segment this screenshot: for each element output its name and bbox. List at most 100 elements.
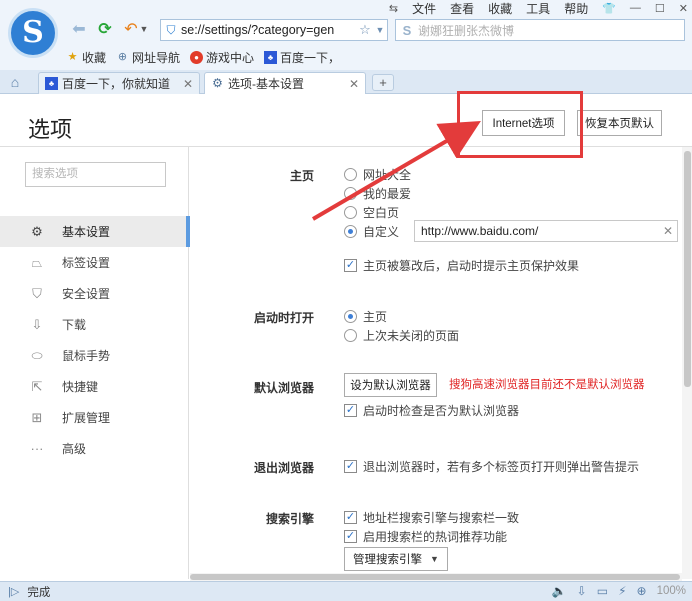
undo-dropdown-button[interactable]: ▼ [138,18,150,40]
search-input[interactable]: 谢娜狂删张杰微博 [418,22,684,39]
url-value[interactable]: http://www.baidu.com/ [421,224,659,238]
horizontal-scrollbar[interactable] [190,573,682,581]
exit-browser-label: 退出浏览器 [253,461,314,475]
tab-settings[interactable]: ⚙ 选项-基本设置 ✕ [204,72,366,94]
zoom-icon[interactable]: ⊕ [637,584,647,598]
option-label: 自定义 [363,224,400,239]
sidebar-item-advanced[interactable]: ··· 高级 [0,433,189,464]
scroll-thumb[interactable] [684,151,691,387]
homepage-url-input[interactable]: http://www.baidu.com/ ✕ [414,220,678,242]
manage-search-engines-button[interactable]: 管理搜索引擎 ▼ [344,547,448,571]
settings-content: 主页 网址大全 我的最爱 空白页 自定义 http://www.baidu.co… [190,147,682,579]
address-dropdown-icon[interactable]: ▼ [373,25,387,35]
browser-logo[interactable]: S [8,8,58,58]
logo-s-icon: S [22,15,44,50]
startup-option-1[interactable]: 主页 [344,307,387,325]
checkbox-checked[interactable]: ✓ [344,510,357,524]
sidebar-search-input[interactable]: 搜索选项 [25,162,166,187]
address-bar[interactable]: ⛉ se://settings/?category=gen ☆ ▼ [160,19,388,41]
sidebar-item-tabs[interactable]: ⏢ 标签设置 [0,247,189,278]
exit-warning-row[interactable]: ✓ 退出浏览器时，若有多个标签页打开则弹出警告提示 [344,457,639,475]
radio-button[interactable] [344,328,357,342]
radio-button[interactable] [344,186,357,200]
radio-button-selected[interactable] [344,224,357,238]
back-button[interactable]: ⬅ [68,18,90,40]
zoom-level[interactable]: 100% [657,585,686,597]
menu-favorites[interactable]: 收藏 [488,0,512,17]
accelerate-icon[interactable]: ⚡ [618,584,626,598]
radio-button[interactable] [344,205,357,219]
sidebar-item-mouse[interactable]: ⬭ 鼠标手势 [0,340,189,371]
tab-label: 百度一下，你就知道 [62,77,171,91]
set-default-browser-button[interactable]: 设为默认浏览器 [344,373,437,397]
startup-option-2[interactable]: 上次未关闭的页面 [344,326,459,344]
restore-defaults-button[interactable]: 恢复本页默认 [577,110,662,136]
volume-icon[interactable]: 🔈 [552,584,567,598]
close-icon[interactable]: ✕ [679,2,688,15]
sidebar-toggle-icon[interactable]: |▷ [8,585,19,598]
download-icon[interactable]: ⇩ [577,584,587,598]
menu-tools[interactable]: 工具 [526,0,550,17]
homepage-option-2[interactable]: 我的最爱 [344,184,411,202]
radio-button[interactable] [344,167,357,181]
checkbox-checked[interactable]: ✓ [344,529,357,543]
checkbox-checked[interactable]: ✓ [344,258,357,272]
sidebar-item-label: 高级 [62,442,87,456]
search-box[interactable]: S 谢娜狂删张杰微博 [395,19,685,41]
option-label: 上次未关闭的页面 [363,328,460,343]
gear-icon: ⚙ [31,223,43,239]
fav-favorites[interactable]: ★ 收藏 [66,49,106,66]
sidebar-item-basic[interactable]: ⚙ 基本设置 [0,216,190,247]
menu-help[interactable]: 帮助 [564,0,588,17]
menu-arrows-icon[interactable]: ⇆ [389,2,398,15]
default-check-row[interactable]: ✓ 启动时检查是否为默认浏览器 [344,401,519,419]
clear-icon[interactable]: ✕ [659,224,677,238]
download-icon: ⇩ [31,316,43,332]
refresh-button[interactable]: ⟳ [94,18,116,40]
tab-baidu[interactable]: ♣ 百度一下，你就知道 ✕ [38,72,200,94]
homepage-option-4[interactable]: 自定义 [344,222,399,240]
chevron-down-icon: ▼ [139,24,149,34]
search-engine-icon[interactable]: S [396,23,418,38]
startup-label: 启动时打开 [253,311,314,325]
home-icon[interactable]: ⌂ [6,74,24,90]
window-icon[interactable]: ▭ [597,584,608,598]
checkbox-checked[interactable]: ✓ [344,403,357,417]
sidebar-item-download[interactable]: ⇩ 下载 [0,309,189,340]
menu-file[interactable]: 文件 [412,0,436,17]
sidebar-item-shortcuts[interactable]: ⇱ 快捷键 [0,371,189,402]
radio-button-selected[interactable] [344,309,357,323]
scroll-thumb[interactable] [190,574,680,580]
search-sync-row[interactable]: ✓ 地址栏搜索引擎与搜索栏一致 [344,508,519,526]
checkbox-label: 退出浏览器时，若有多个标签页打开则弹出警告提示 [363,459,640,474]
homepage-label: 主页 [289,169,314,183]
fav-nav[interactable]: ⊕ 网址导航 [116,49,180,66]
bookmark-star-icon[interactable]: ☆ [357,22,373,38]
search-hotword-row[interactable]: ✓ 启用搜索栏的热词推荐功能 [344,527,507,545]
skin-shirt-icon[interactable]: 👕 [602,2,616,15]
sidebar-item-extensions[interactable]: ⊞ 扩展管理 [0,402,189,433]
fav-games[interactable]: ● 游戏中心 [190,49,254,66]
gear-icon: ⚙ [212,76,223,90]
tab-label: 选项-基本设置 [228,77,304,91]
sidebar-item-label: 基本设置 [62,225,111,239]
minimize-icon[interactable]: — [630,2,641,14]
fav-label: 收藏 [82,50,107,65]
new-tab-button[interactable]: + [372,74,394,91]
homepage-protect-row[interactable]: ✓ 主页被篡改后，启动时提示主页保护效果 [344,256,579,274]
tab-close-icon[interactable]: ✕ [349,77,359,91]
checkbox-checked[interactable]: ✓ [344,459,357,473]
vertical-scrollbar[interactable] [682,147,692,579]
default-browser-label: 默认浏览器 [253,381,314,395]
checkbox-label: 启用搜索栏的热词推荐功能 [363,529,508,544]
maximize-icon[interactable]: ☐ [655,2,665,15]
fav-label: 百度一下， [280,50,341,65]
fav-baidu[interactable]: ♣ 百度一下， [264,49,340,66]
tab-close-icon[interactable]: ✕ [183,77,193,91]
menu-view[interactable]: 查看 [450,0,474,17]
address-text[interactable]: se://settings/?category=gen [181,23,357,37]
homepage-option-1[interactable]: 网址大全 [344,165,411,183]
tab-icon: ⏢ [31,254,43,270]
homepage-option-3[interactable]: 空白页 [344,203,399,221]
sidebar-item-security[interactable]: ⛉ 安全设置 [0,278,189,309]
